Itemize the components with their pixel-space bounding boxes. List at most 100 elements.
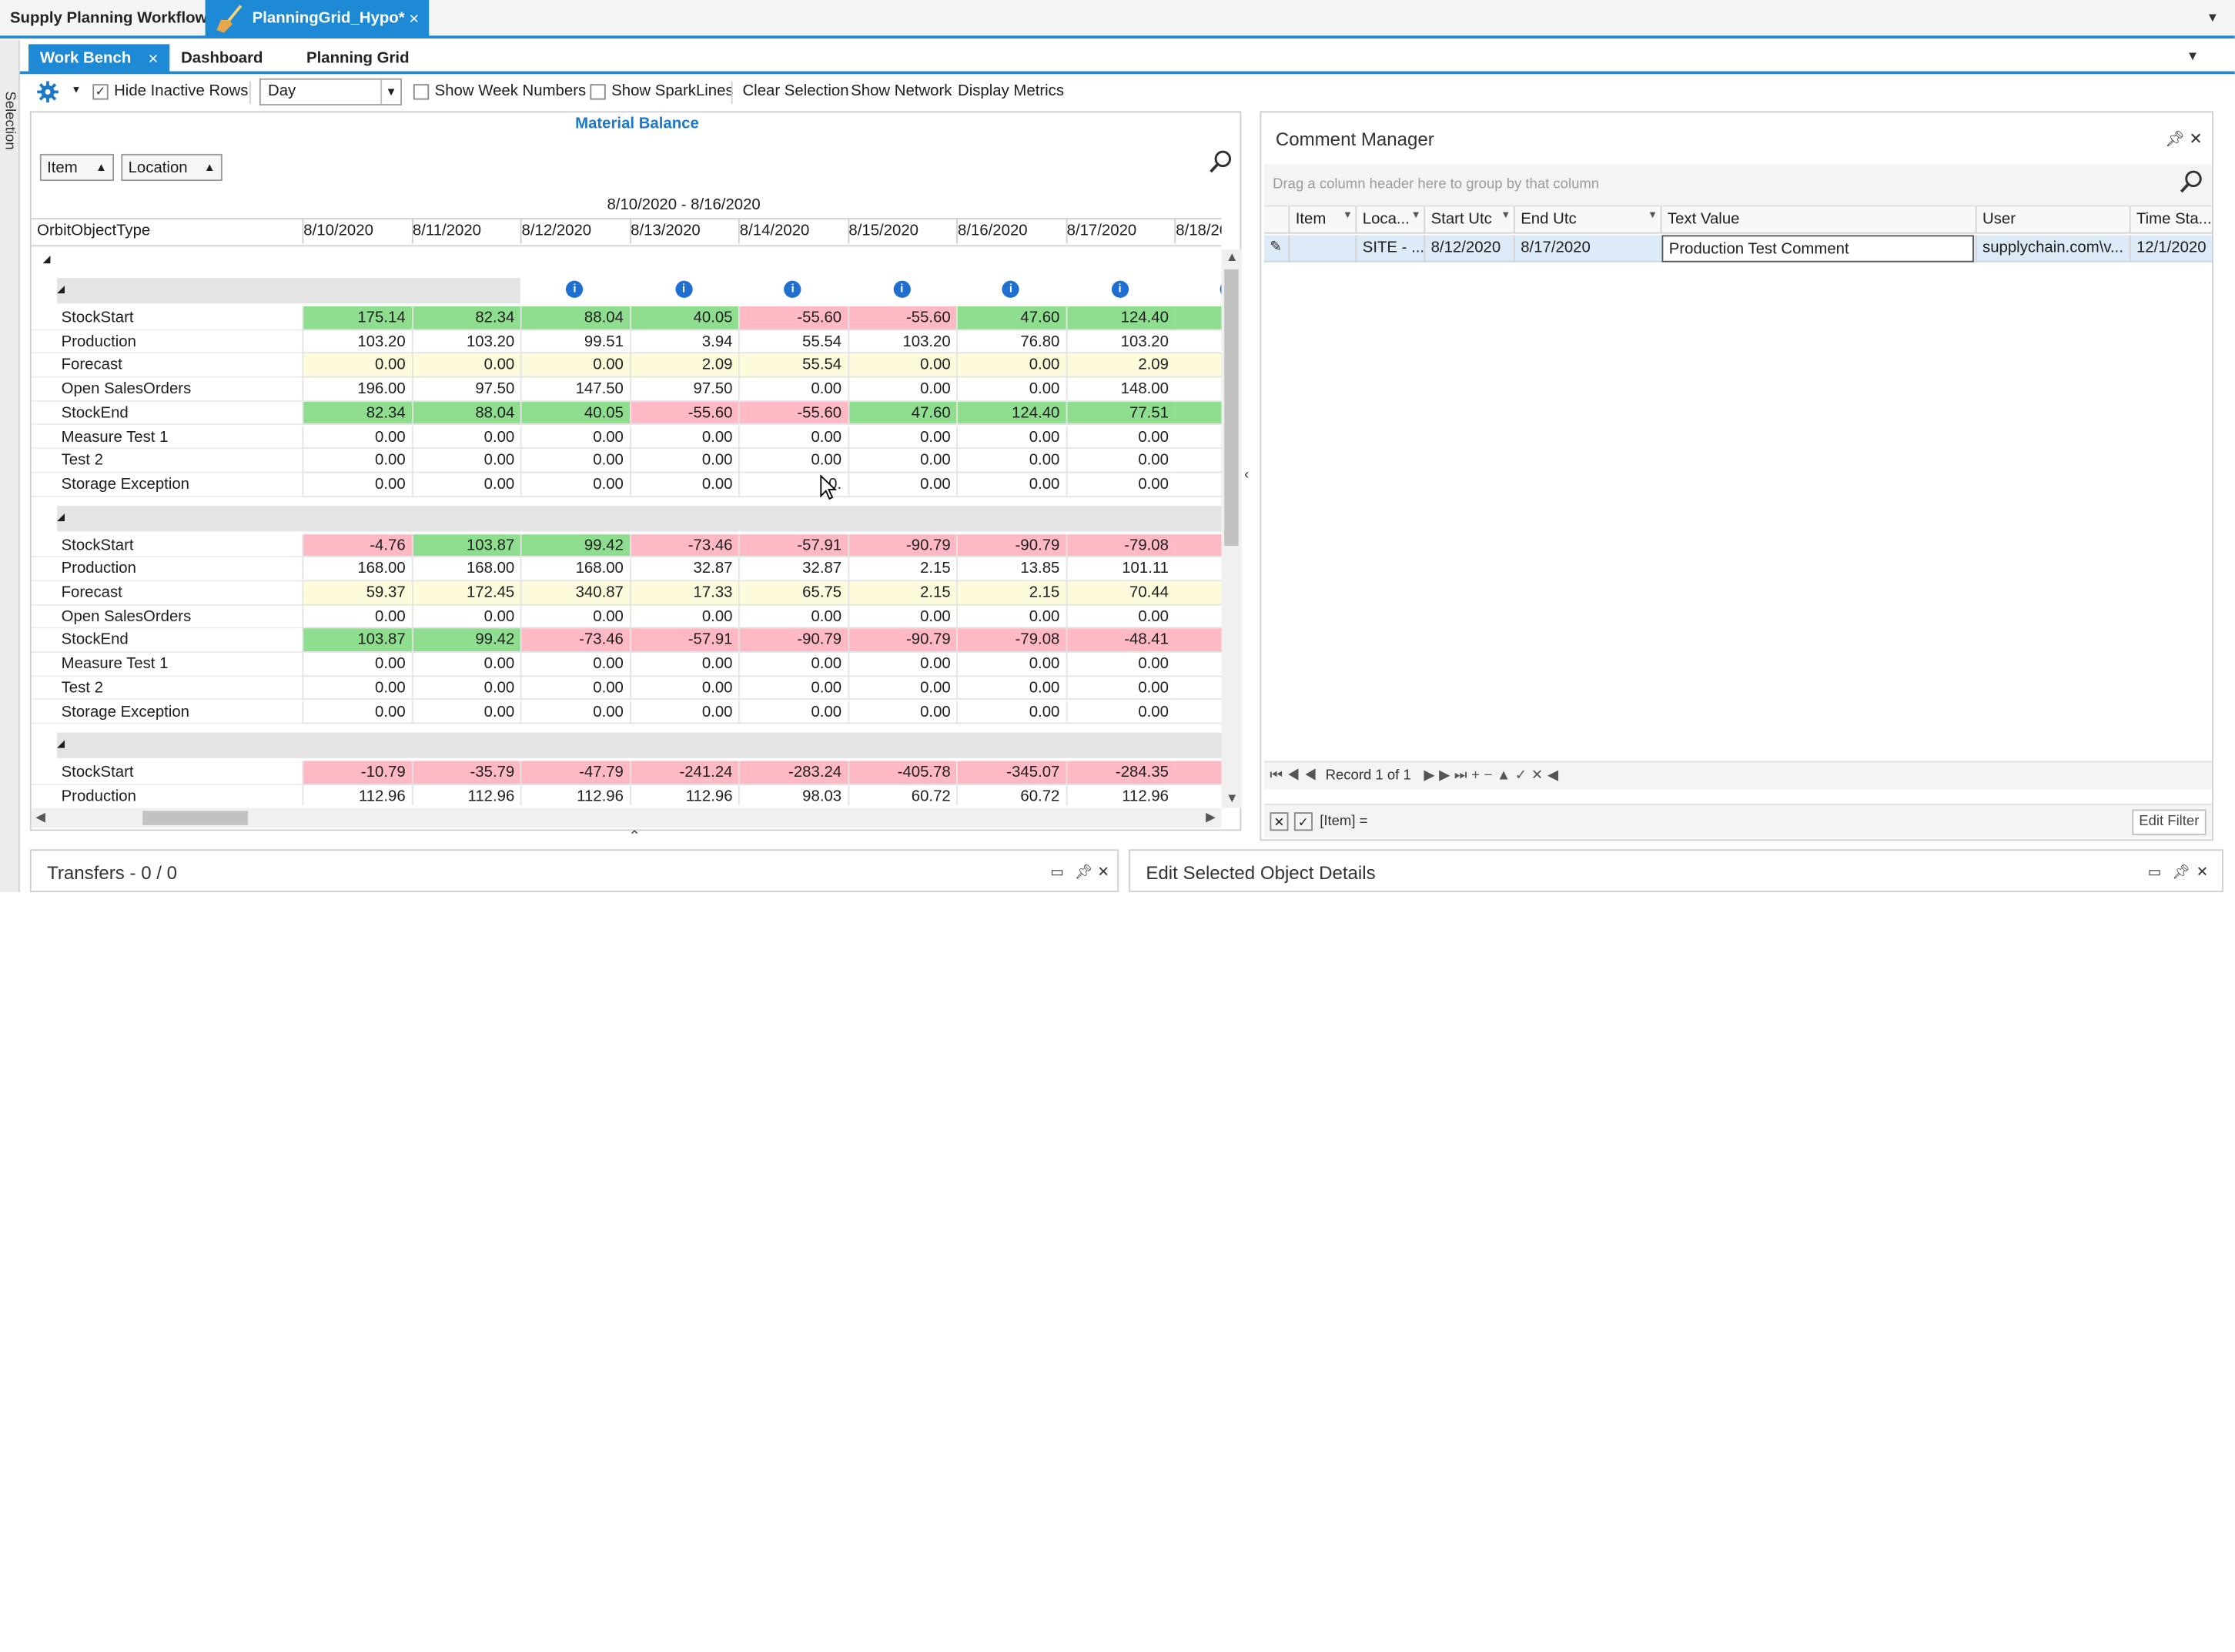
doc-tab-planning-grid-hypo[interactable]: PlanningGrid_Hypo* × [205,0,430,38]
collapse-group-icon[interactable]: ◢ [57,733,77,758]
value-cell[interactable]: 0.00 [520,353,630,378]
value-cell[interactable]: 112.96 [629,784,738,805]
value-cell[interactable]: 99.42 [411,629,520,653]
value-cell-partial[interactable] [1174,605,1222,630]
value-cell[interactable]: 0.00 [520,605,630,630]
value-cell[interactable]: -55.60 [738,401,848,426]
filter-icon[interactable]: ▼ [1501,211,1511,221]
value-cell-partial[interactable] [1174,377,1222,402]
value-cell[interactable]: 175.14 [302,306,412,330]
value-cell[interactable]: 99.51 [520,329,630,354]
value-cell[interactable]: 0.00 [520,653,630,677]
pivot-grid[interactable]: 8/10/2020 - 8/16/2020 OrbitObjectType 8/10… [31,192,1222,805]
value-cell[interactable]: 97.50 [629,377,738,402]
edit-filter-button[interactable]: Edit Filter [2131,809,2207,835]
value-cell[interactable]: 2.09 [629,353,738,378]
value-cell-partial[interactable] [1174,676,1222,701]
clear-selection-button[interactable]: Clear Selection [742,82,848,99]
value-cell-partial[interactable] [1174,306,1222,330]
value-cell-partial[interactable] [1174,700,1222,724]
value-cell[interactable]: 103.20 [302,329,412,354]
cell-time-stamp[interactable]: 12/1/2020 [2129,235,2212,263]
value-cell[interactable]: 0.00 [956,653,1066,677]
enable-filter-checkbox[interactable]: ✓ [1293,812,1313,831]
group-by-panel[interactable]: Drag a column header here to group by th… [1264,163,2213,207]
value-cell[interactable]: 2.15 [847,581,957,606]
value-cell-partial[interactable] [1174,653,1222,677]
group-header-row[interactable] [57,505,1222,531]
value-cell[interactable]: 0.00 [956,353,1066,378]
value-cell[interactable]: 0.00 [738,676,848,701]
info-icon[interactable]: i [1111,280,1129,298]
checkbox-checked-icon[interactable]: ✓ [92,83,109,99]
value-cell[interactable]: 0.00 [302,449,412,473]
vertical-scrollbar[interactable]: ▲ ▼ [1221,249,1242,808]
value-cell[interactable]: 0.00 [956,676,1066,701]
value-cell[interactable]: -241.24 [629,761,738,785]
collapse-group-icon[interactable]: ◢ [43,249,63,273]
value-cell[interactable]: 2.09 [1065,353,1175,378]
column-header-user[interactable]: User [1975,206,2130,234]
value-cell[interactable]: 0.00 [302,473,412,497]
scrollbar-thumb[interactable] [1224,269,1239,547]
value-cell-partial[interactable] [1174,557,1222,582]
value-cell[interactable]: 0.00 [1065,653,1175,677]
info-icon[interactable]: i [893,280,911,298]
value-cell[interactable]: 0.00 [520,676,630,701]
pin-icon[interactable]: 📌︎ [2172,865,2190,881]
value-cell[interactable]: 88.04 [411,401,520,426]
value-cell[interactable]: 168.00 [411,557,520,582]
value-cell[interactable]: 172.45 [411,581,520,606]
value-cell[interactable]: 0.00 [302,605,412,630]
value-cell[interactable]: 82.34 [411,306,520,330]
close-tab-icon[interactable]: × [409,8,419,28]
value-cell-partial[interactable] [1174,533,1222,558]
value-cell[interactable]: 55.54 [738,329,848,354]
value-cell-partial[interactable] [1174,329,1222,354]
value-cell[interactable]: 13.85 [956,557,1066,582]
value-cell[interactable]: 47.60 [956,306,1066,330]
clear-filter-icon[interactable]: ✕ [1270,812,1289,831]
value-cell-partial[interactable] [1174,401,1222,426]
value-cell[interactable]: 0.00 [738,377,848,402]
info-icon[interactable]: i [1002,280,1020,298]
value-cell[interactable]: -405.78 [847,761,957,785]
value-cell[interactable]: 0.00 [956,449,1066,473]
value-cell[interactable]: 0.00 [847,425,957,450]
cell-start-utc[interactable]: 8/12/2020 [1424,235,1514,263]
hide-inactive-rows-checkbox[interactable]: ✓ Hide Inactive Rows [92,82,248,100]
next-last-nav-icons[interactable]: ▶▶⏭+−▲✓✕◀ [1424,768,1562,784]
filter-icon[interactable]: ▼ [1411,211,1421,221]
value-cell[interactable]: 112.96 [302,784,412,805]
value-cell[interactable]: 0.00 [629,473,738,497]
search-icon[interactable] [1209,149,1233,173]
value-cell[interactable]: 0.00 [1065,449,1175,473]
cell-item[interactable] [1288,235,1355,263]
value-cell[interactable]: 2.15 [847,557,957,582]
tab-planning-grid[interactable]: Planning Grid [295,44,420,71]
value-cell[interactable]: 103.87 [411,533,520,558]
sort-ascending-icon[interactable]: ▲ [95,161,107,174]
scroll-right-icon[interactable]: ▶ [1206,809,1216,824]
value-cell[interactable]: 0.00 [629,449,738,473]
value-cell[interactable]: 0.00 [629,700,738,724]
checkbox-empty-icon[interactable] [590,83,606,99]
value-cell[interactable]: 0.00 [411,353,520,378]
close-icon[interactable]: ✕ [2189,129,2202,148]
value-cell[interactable]: 32.87 [738,557,848,582]
cell-location[interactable]: SITE - ... [1355,235,1424,263]
value-cell[interactable]: 124.40 [1065,306,1175,330]
value-cell[interactable]: 70.44 [1065,581,1175,606]
value-cell[interactable]: 103.20 [847,329,957,354]
value-cell[interactable]: 0.00 [520,425,630,450]
value-cell[interactable]: 101.11 [1065,557,1175,582]
scroll-left-icon[interactable]: ◀ [35,809,45,824]
value-cell[interactable]: 0.00 [520,700,630,724]
value-cell[interactable]: 112.96 [1065,784,1175,805]
value-cell-partial[interactable] [1174,761,1222,785]
value-cell[interactable]: 0.00 [302,653,412,677]
doc-tab-supply-planning-workflow[interactable]: Supply Planning Workflow [0,0,217,37]
pin-icon[interactable]: 📌︎ [1075,865,1093,881]
column-header-location[interactable]: Loca... ▼ [1355,206,1424,234]
value-cell[interactable]: -284.35 [1065,761,1175,785]
